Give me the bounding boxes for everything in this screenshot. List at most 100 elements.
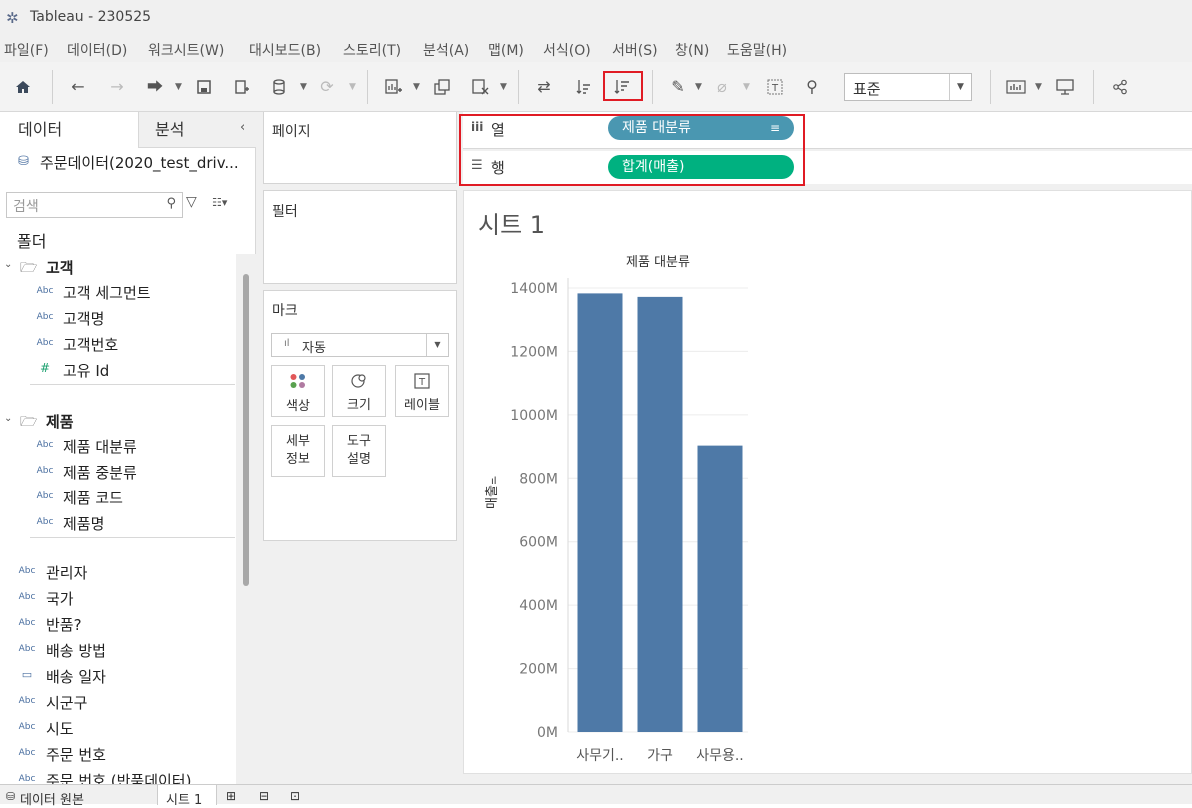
pause-updates-icon[interactable] bbox=[266, 74, 294, 100]
filters-label: 필터 bbox=[272, 204, 298, 220]
calendar-icon: ▭ bbox=[21, 668, 33, 681]
new-sheet-icon[interactable]: ⊞ bbox=[226, 789, 236, 803]
search-box[interactable]: 검색 ⚲ bbox=[6, 192, 183, 218]
save-icon[interactable] bbox=[190, 74, 218, 100]
share-icon[interactable] bbox=[1106, 74, 1134, 100]
new-worksheet-dropdown-icon[interactable]: ▼ bbox=[413, 74, 420, 100]
field-item[interactable]: Abc 반품? bbox=[0, 612, 240, 636]
field-item[interactable]: Abc 고객 세그먼트 bbox=[0, 280, 240, 304]
menu-worksheet[interactable]: 워크시트(W) bbox=[148, 40, 224, 60]
sheet-tab[interactable]: 시트 1 bbox=[166, 789, 202, 808]
field-item[interactable]: Abc 관리자 bbox=[0, 560, 240, 584]
field-item[interactable]: Abc 배송 방법 bbox=[0, 638, 240, 662]
field-item[interactable]: # 고유 Id bbox=[0, 358, 240, 382]
replay-dropdown-icon[interactable]: ▼ bbox=[175, 74, 182, 100]
presentation-mode-icon[interactable] bbox=[1051, 74, 1079, 100]
tableau-logo-icon: ✲ bbox=[6, 9, 19, 27]
field-item[interactable]: Abc 제품 중분류 bbox=[0, 460, 240, 484]
menu-data[interactable]: 데이터(D) bbox=[67, 40, 127, 60]
group-expand-icon[interactable]: ⌄ bbox=[4, 259, 12, 270]
folder-label: 폴더 bbox=[17, 232, 47, 251]
new-datasource-icon[interactable] bbox=[228, 74, 256, 100]
color-button[interactable]: 색상 bbox=[271, 365, 325, 417]
group-customer[interactable]: 고객 bbox=[46, 257, 74, 278]
menu-map[interactable]: 맵(M) bbox=[488, 40, 524, 60]
highlight-dropdown-icon[interactable]: ▼ bbox=[695, 74, 702, 100]
tooltip-button[interactable]: 도구 설명 bbox=[332, 425, 386, 477]
y-tick-label: 200M bbox=[519, 662, 558, 678]
field-item[interactable]: ▭ 배송 일자 bbox=[0, 664, 240, 688]
datasource-name[interactable]: 주문데이터(2020_test_driv... bbox=[40, 152, 239, 173]
redo-icon[interactable]: → bbox=[103, 74, 131, 100]
sheet-tabs-bar: ⛁ 데이터 원본 시트 1 ⊞ ⊟ ⊡ bbox=[0, 784, 1192, 808]
pages-card[interactable]: 페이지 bbox=[263, 112, 457, 184]
field-item[interactable]: Abc 고객번호 bbox=[0, 332, 240, 356]
field-item[interactable]: Abc 주문 번호 bbox=[0, 742, 240, 766]
show-labels-icon[interactable]: T bbox=[761, 74, 789, 100]
mark-type-select[interactable]: ıl 자동 ▼ bbox=[271, 333, 449, 357]
duplicate-sheet-icon[interactable] bbox=[428, 74, 456, 100]
menu-bar: 파일(F) 데이터(D) 워크시트(W) 대시보드(B) 스토리(T) 분석(A… bbox=[0, 36, 1192, 62]
view-list-icon[interactable]: ☷▾ bbox=[212, 196, 227, 209]
menu-dashboard[interactable]: 대시보드(B) bbox=[249, 40, 321, 60]
menu-format[interactable]: 서식(O) bbox=[543, 40, 591, 60]
home-icon[interactable] bbox=[9, 74, 37, 100]
scrollbar-track[interactable] bbox=[236, 254, 256, 784]
pause-dropdown-icon[interactable]: ▼ bbox=[300, 74, 307, 100]
y-tick-label: 800M bbox=[519, 471, 558, 487]
clear-dropdown-icon[interactable]: ▼ bbox=[500, 74, 507, 100]
field-item[interactable]: Abc 시도 bbox=[0, 716, 240, 740]
search-icon: ⚲ bbox=[166, 196, 176, 211]
field-item[interactable]: Abc 제품 코드 bbox=[0, 485, 240, 509]
group-product[interactable]: 제품 bbox=[46, 411, 74, 432]
new-dashboard-icon[interactable]: ⊟ bbox=[259, 789, 269, 803]
label-button[interactable]: T 레이블 bbox=[395, 365, 449, 417]
menu-story[interactable]: 스토리(T) bbox=[343, 40, 401, 60]
field-item[interactable]: Abc 시군구 bbox=[0, 690, 240, 714]
field-item[interactable]: Abc 국가 bbox=[0, 586, 240, 610]
group-expand-icon[interactable]: ⌄ bbox=[4, 413, 12, 424]
y-axis-label: 매출 bbox=[485, 485, 500, 509]
menu-window[interactable]: 창(N) bbox=[675, 40, 709, 60]
filters-card[interactable]: 필터 bbox=[263, 190, 457, 284]
fix-axes-icon[interactable]: ⚲ bbox=[798, 74, 826, 100]
mark-type-dropdown-icon[interactable]: ▼ bbox=[426, 334, 448, 356]
field-item[interactable]: Abc 제품 대분류 bbox=[0, 434, 240, 458]
replay-icon[interactable]: ⮕ bbox=[141, 74, 169, 100]
field-item[interactable]: Abc 고객명 bbox=[0, 306, 240, 330]
size-button[interactable]: 크기 bbox=[332, 365, 386, 417]
x-tick-label: 가구 bbox=[647, 748, 673, 764]
tab-data[interactable]: 데이터 bbox=[0, 112, 139, 148]
tab-analysis[interactable]: 분석 bbox=[139, 112, 256, 148]
sort-ascending-icon[interactable] bbox=[570, 74, 598, 100]
swap-rows-columns-icon[interactable]: ⇄ bbox=[530, 74, 558, 100]
datasource-tab[interactable]: 데이터 원본 bbox=[20, 789, 84, 808]
fit-select-dropdown-icon[interactable]: ▼ bbox=[949, 74, 971, 100]
pages-label: 페이지 bbox=[272, 124, 311, 140]
menu-help[interactable]: 도움말(H) bbox=[727, 40, 787, 60]
show-me-icon[interactable] bbox=[1002, 74, 1030, 100]
menu-analysis[interactable]: 분석(A) bbox=[423, 40, 469, 60]
field-item[interactable]: Abc 주문 번호 (반품데이터) bbox=[0, 768, 240, 784]
field-item[interactable]: Abc 제품명 bbox=[0, 511, 240, 535]
refresh-dropdown-icon[interactable]: ▼ bbox=[349, 74, 356, 100]
menu-file[interactable]: 파일(F) bbox=[4, 40, 49, 60]
new-story-icon[interactable]: ⊡ bbox=[290, 789, 300, 803]
scrollbar-thumb[interactable] bbox=[243, 274, 249, 586]
collapse-pane-icon[interactable]: ‹ bbox=[240, 120, 245, 135]
undo-icon[interactable]: ← bbox=[64, 74, 92, 100]
menu-server[interactable]: 서버(S) bbox=[612, 40, 658, 60]
group-dropdown-icon[interactable]: ▼ bbox=[743, 74, 750, 100]
y-tick-label: 600M bbox=[519, 535, 558, 551]
clear-sheet-icon[interactable] bbox=[466, 74, 494, 100]
detail-button[interactable]: 세부 정보 bbox=[271, 425, 325, 477]
filter-icon[interactable]: ▽ bbox=[186, 194, 197, 210]
group-members-icon[interactable]: ⌀ bbox=[708, 74, 736, 100]
show-me-dropdown-icon[interactable]: ▼ bbox=[1035, 74, 1042, 100]
fit-select[interactable]: 표준 ▼ bbox=[844, 73, 972, 101]
label-button-label: 레이블 bbox=[404, 398, 440, 413]
bar-chart-icon: ıl bbox=[284, 338, 290, 349]
highlight-icon[interactable]: ✎ bbox=[664, 74, 692, 100]
refresh-icon[interactable]: ⟳ bbox=[313, 74, 341, 100]
new-worksheet-icon[interactable] bbox=[379, 74, 407, 100]
